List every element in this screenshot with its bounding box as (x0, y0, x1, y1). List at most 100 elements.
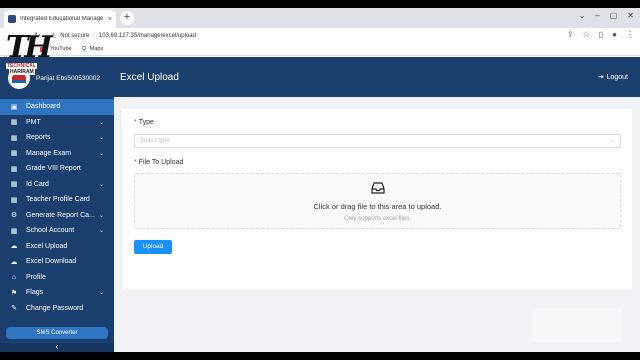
menu-icon: ▦ (10, 181, 18, 189)
sidebar-item-flags[interactable]: ⚑ Flags ⌄ (0, 285, 114, 301)
sidebar-item-dashboard[interactable]: ▣ Dashboard (0, 99, 114, 115)
minimize-icon[interactable]: – (595, 11, 599, 20)
chevron-down-icon: ⌄ (98, 212, 104, 219)
app-shell: Parijat Ebs500530002 ▣ Dashboard ▦ PMT ⌄ ▦ Rep… (0, 57, 640, 352)
bookmark-label: YouTube (50, 46, 72, 52)
new-tab-button[interactable]: + (120, 11, 134, 25)
menu-icon: ▦ (10, 134, 18, 142)
sidepanel-icon[interactable]: ▯ (599, 30, 603, 39)
close-tab-icon[interactable]: × (108, 16, 112, 23)
share-icon[interactable]: ⇪ (567, 30, 574, 39)
chevron-down-icon: ⌄ (98, 135, 104, 142)
sidebar-item-label: Dashboard (26, 103, 61, 111)
menu-icon: ▦ (10, 227, 18, 235)
dropzone-hint: Only supports excel files. (344, 216, 411, 222)
security-label: Not secure (60, 32, 90, 39)
sidebar-item-label: PMT (26, 118, 41, 126)
address-bar-icons: ⇪ ☆ ▯ ● ⋮ (567, 30, 634, 39)
sidebar-item-label: School Account (26, 227, 75, 235)
sidebar-item-generate-report-ca[interactable]: ⚙ Generate Report Ca... ⌄ (0, 208, 114, 224)
sidebar-item-label: Generate Report Ca... (26, 211, 95, 219)
sidebar-item-manage-exam[interactable]: ▦ Manage Exam ⌄ (0, 146, 114, 162)
sidebar-item-profile[interactable]: ⌂ Profile (0, 270, 114, 286)
sidebar-item-grade-viii-report[interactable]: ▦ Grade VIII Report (0, 161, 114, 177)
logout-label: Logout (606, 73, 628, 81)
sidebar-item-id-card[interactable]: ▦ Id Card ⌄ (0, 177, 114, 193)
menu-icon: ⚑ (10, 289, 18, 297)
sidebar-item-teacher-profile-card[interactable]: ▦ Teacher Profile Card (0, 192, 114, 208)
maps-icon: ⚲ (81, 46, 87, 53)
type-select[interactable]: Select type ⌄ (134, 134, 621, 148)
chevron-down-icon: ⌄ (98, 181, 104, 188)
sidebar-item-school-account[interactable]: ▦ School Account ⌄ (0, 223, 114, 239)
sidebar-item-change-password[interactable]: ✎ Change Password (0, 301, 114, 317)
bookmark-maps[interactable]: ⚲ Maps (82, 45, 104, 53)
sidebar-item-excel-upload[interactable]: ☁ Excel Upload (0, 239, 114, 255)
omnibox[interactable]: ⚠ Not secure | 103.69.127.35/manage/exce… (50, 32, 196, 40)
sidebar-item-label: Manage Exam (26, 149, 72, 157)
close-window-icon[interactable]: ✕ (627, 11, 634, 20)
menu-icon: ⌂ (11, 273, 17, 281)
file-dropzone[interactable]: Click or drag file to this area to uploa… (134, 173, 621, 229)
sidebar-menu: ▣ Dashboard ▦ PMT ⌄ ▦ Reports ⌄ ▦ Manage Exam ⌄ ▦ Gr… (0, 99, 114, 316)
chevron-down-icon: ⌄ (98, 228, 104, 235)
favicon-icon (8, 15, 16, 23)
sidebar-item-label: Id Card (26, 180, 49, 188)
browser-tab[interactable]: Integrated Educational Manage × (4, 10, 116, 28)
main-content: Excel Upload ⇥ Logout * Type Select type … (114, 57, 640, 352)
star-icon[interactable]: ☆ (583, 30, 590, 39)
sidebar-item-label: Grade VIII Report (26, 165, 81, 173)
required-mark: * (134, 119, 137, 126)
window-controls: ⌄ – ▢ ✕ (579, 11, 634, 20)
menu-icon: ▣ (10, 103, 18, 111)
upload-button[interactable]: Upload (134, 240, 172, 254)
inbox-icon (370, 182, 385, 194)
maximize-icon[interactable]: ▢ (610, 11, 618, 20)
sidebar-item-label: Change Password (26, 304, 84, 312)
menu-icon: ▦ (10, 196, 18, 204)
bookmarks-bar: YouTube ⚲ Maps (0, 43, 640, 56)
menu-icon: ⚙ (10, 212, 18, 220)
chevron-down-icon[interactable]: ⌄ (579, 11, 586, 20)
sidebar-item-label: Reports (26, 134, 51, 142)
video-overlay (532, 308, 622, 342)
watermark-line2: HARIRAM (9, 69, 35, 75)
chevron-down-icon: ⌄ (98, 150, 104, 157)
sidebar-item-reports[interactable]: ▦ Reports ⌄ (0, 130, 114, 146)
tab-strip: Integrated Educational Manage × + ⌄ – ▢ … (0, 8, 640, 28)
type-select-placeholder: Select type (140, 138, 170, 144)
collapse-sidebar-button[interactable]: ‹ (0, 343, 114, 352)
browser-window: Integrated Educational Manage × + ⌄ – ▢ … (0, 8, 640, 352)
logout-icon: ⇥ (597, 74, 604, 81)
watermark-logo: TH TECHNICAL HARIRAM (6, 33, 53, 77)
file-label: * File To Upload (134, 159, 183, 166)
dropzone-text: Click or drag file to this area to uploa… (313, 202, 442, 211)
menu-icon: ☁ (10, 258, 18, 266)
menu-icon: ☁ (10, 243, 18, 251)
menu-icon: ▦ (10, 165, 18, 173)
logout-button[interactable]: ⇥ Logout (597, 73, 628, 82)
menu-icon: ▦ (10, 119, 18, 127)
sms-converter-button[interactable]: SMS Converter (6, 327, 108, 339)
sidebar-item-label: Teacher Profile Card (26, 196, 90, 204)
required-mark: * (134, 159, 137, 166)
profile-icon[interactable]: ● (612, 30, 617, 39)
chevron-down-icon: ⌄ (609, 138, 615, 144)
menu-icon: ✎ (11, 305, 17, 313)
file-label-text: File To Upload (138, 159, 184, 166)
menu-dots-icon[interactable]: ⋮ (626, 30, 634, 39)
sidebar-item-pmt[interactable]: ▦ PMT ⌄ (0, 115, 114, 131)
page-title: Excel Upload (120, 71, 179, 83)
upload-form: * Type Select type ⌄ * File To Upload Clic… (122, 109, 632, 289)
tab-title: Integrated Educational Manage (20, 16, 104, 22)
sidebar-item-label: Profile (26, 273, 46, 281)
type-label-text: Type (138, 119, 154, 126)
menu-icon: ▦ (10, 150, 18, 158)
url-text[interactable]: 103.69.127.35/manage/excel/upload (99, 33, 196, 39)
sidebar-item-label: Excel Download (26, 258, 77, 266)
page-header: Excel Upload ⇥ Logout (114, 57, 640, 97)
sidebar-item-label: Excel Upload (26, 242, 68, 250)
chevron-down-icon: ⌄ (98, 290, 104, 297)
type-label: * Type (134, 119, 154, 126)
sidebar-item-excel-download[interactable]: ☁ Excel Download (0, 254, 114, 270)
